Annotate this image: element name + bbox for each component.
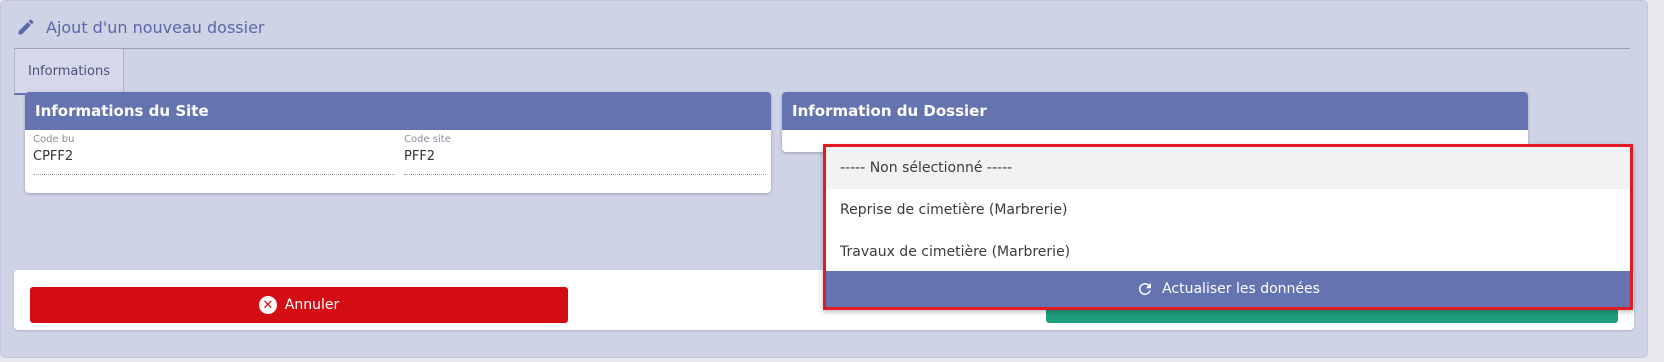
type-dossier-dropdown[interactable]: ----- Non sélectionné ----- Reprise de c… — [823, 144, 1633, 310]
code-site-value: PFF2 — [404, 149, 436, 164]
pencil-icon — [16, 17, 36, 37]
dropdown-option-label: Reprise de cimetière (Marbrerie) — [840, 202, 1068, 218]
site-info-card: Informations du Site Code bu CPFF2 Code … — [25, 92, 771, 193]
dropdown-option[interactable]: Travaux de cimetière (Marbrerie) — [826, 231, 1630, 273]
page-header: Ajout d'un nouveau dossier — [16, 14, 265, 40]
refresh-data-button[interactable]: Actualiser les données — [826, 271, 1630, 307]
code-site-underline — [404, 174, 766, 175]
code-bu-field[interactable]: Code bu CPFF2 — [33, 134, 395, 175]
dropdown-option[interactable]: Reprise de cimetière (Marbrerie) — [826, 189, 1630, 231]
dropdown-option[interactable]: ----- Non sélectionné ----- — [826, 147, 1630, 189]
tab-informations[interactable]: Informations — [14, 49, 124, 95]
dossier-card-title: Information du Dossier — [782, 92, 1528, 130]
dropdown-option-label: Travaux de cimetière (Marbrerie) — [840, 244, 1071, 260]
tab-label: Informations — [27, 63, 111, 79]
page-title: Ajout d'un nouveau dossier — [46, 17, 265, 37]
code-site-field[interactable]: Code site PFF2 — [404, 134, 766, 175]
site-card-title: Informations du Site — [25, 92, 771, 130]
refresh-icon — [1136, 280, 1154, 298]
cancel-button[interactable]: ✕ Annuler — [30, 287, 568, 323]
code-bu-value: CPFF2 — [33, 149, 74, 164]
dossier-info-card: Information du Dossier — [782, 92, 1528, 152]
refresh-label: Actualiser les données — [1162, 281, 1320, 297]
code-bu-underline — [33, 174, 395, 175]
code-bu-label: Code bu — [33, 134, 75, 145]
close-circle-icon: ✕ — [258, 296, 277, 314]
cancel-button-label: Annuler — [284, 297, 340, 313]
header-divider — [14, 48, 1630, 49]
dropdown-option-label: ----- Non sélectionné ----- — [840, 160, 1013, 176]
code-site-label: Code site — [404, 134, 451, 145]
